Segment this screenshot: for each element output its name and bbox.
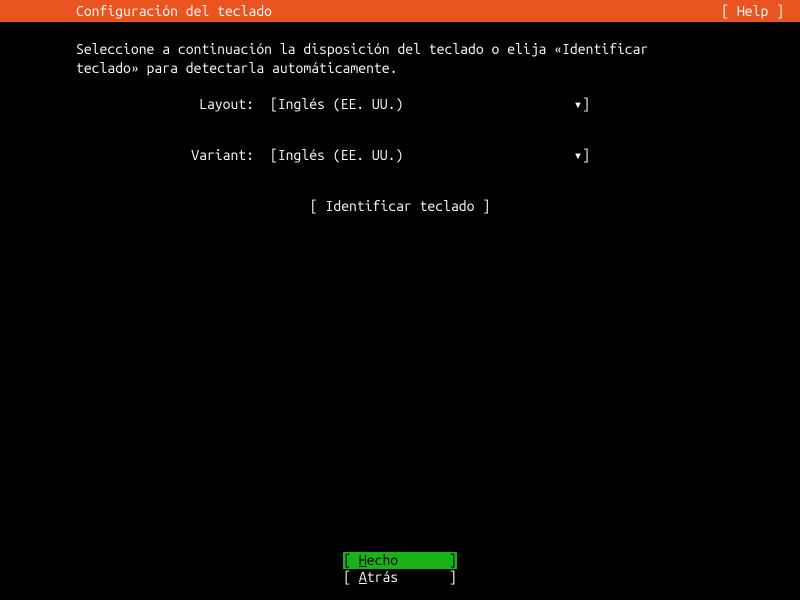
- identify-keyboard-button[interactable]: [ Identificar teclado ]: [310, 198, 490, 214]
- variant-dropdown[interactable]: [ Inglés (EE. UU.) ▾ ]: [270, 147, 590, 164]
- variant-value: Inglés (EE. UU.): [278, 147, 574, 163]
- bracket-open: [: [270, 147, 278, 163]
- bracket-close: ]: [582, 147, 590, 163]
- bracket-open: [: [270, 96, 278, 112]
- identify-row: [ Identificar teclado ]: [0, 198, 800, 214]
- back-label: Atrás: [359, 569, 449, 586]
- layout-value: Inglés (EE. UU.): [278, 96, 574, 112]
- back-button[interactable]: [ Atrás]: [343, 569, 457, 586]
- header-bar: Configuración del teclado [ Help ]: [0, 0, 800, 22]
- instruction-line2: teclado» para detectarla automáticamente…: [76, 60, 397, 76]
- bracket-open: [: [310, 198, 326, 214]
- bracket-close: ]: [582, 96, 590, 112]
- layout-label: Layout:: [0, 96, 270, 112]
- done-label: Hecho: [359, 552, 449, 569]
- page-title: Configuración del teclado: [76, 3, 272, 19]
- chevron-down-icon: ▾: [574, 147, 582, 164]
- chevron-down-icon: ▾: [574, 96, 582, 113]
- instruction-line1: Seleccione a continuación la disposición…: [76, 41, 648, 57]
- bracket-open: [: [343, 569, 359, 585]
- identify-label: Identificar teclado: [326, 198, 475, 214]
- bracket-open: [: [343, 552, 359, 568]
- variant-row: Variant: [ Inglés (EE. UU.) ▾ ]: [0, 147, 800, 164]
- instruction-text: Seleccione a continuación la disposición…: [0, 22, 800, 78]
- done-button[interactable]: [ Hecho]: [343, 552, 457, 569]
- bracket-close: ]: [474, 198, 490, 214]
- content-area: Seleccione a continuación la disposición…: [0, 22, 800, 214]
- bracket-close: ]: [449, 569, 457, 585]
- layout-row: Layout: [ Inglés (EE. UU.) ▾ ]: [0, 96, 800, 113]
- bracket-close: ]: [449, 552, 457, 568]
- layout-dropdown[interactable]: [ Inglés (EE. UU.) ▾ ]: [270, 96, 590, 113]
- footer-buttons: [ Hecho] [ Atrás]: [0, 552, 800, 586]
- variant-label: Variant:: [0, 147, 270, 163]
- help-button[interactable]: [ Help ]: [721, 3, 784, 19]
